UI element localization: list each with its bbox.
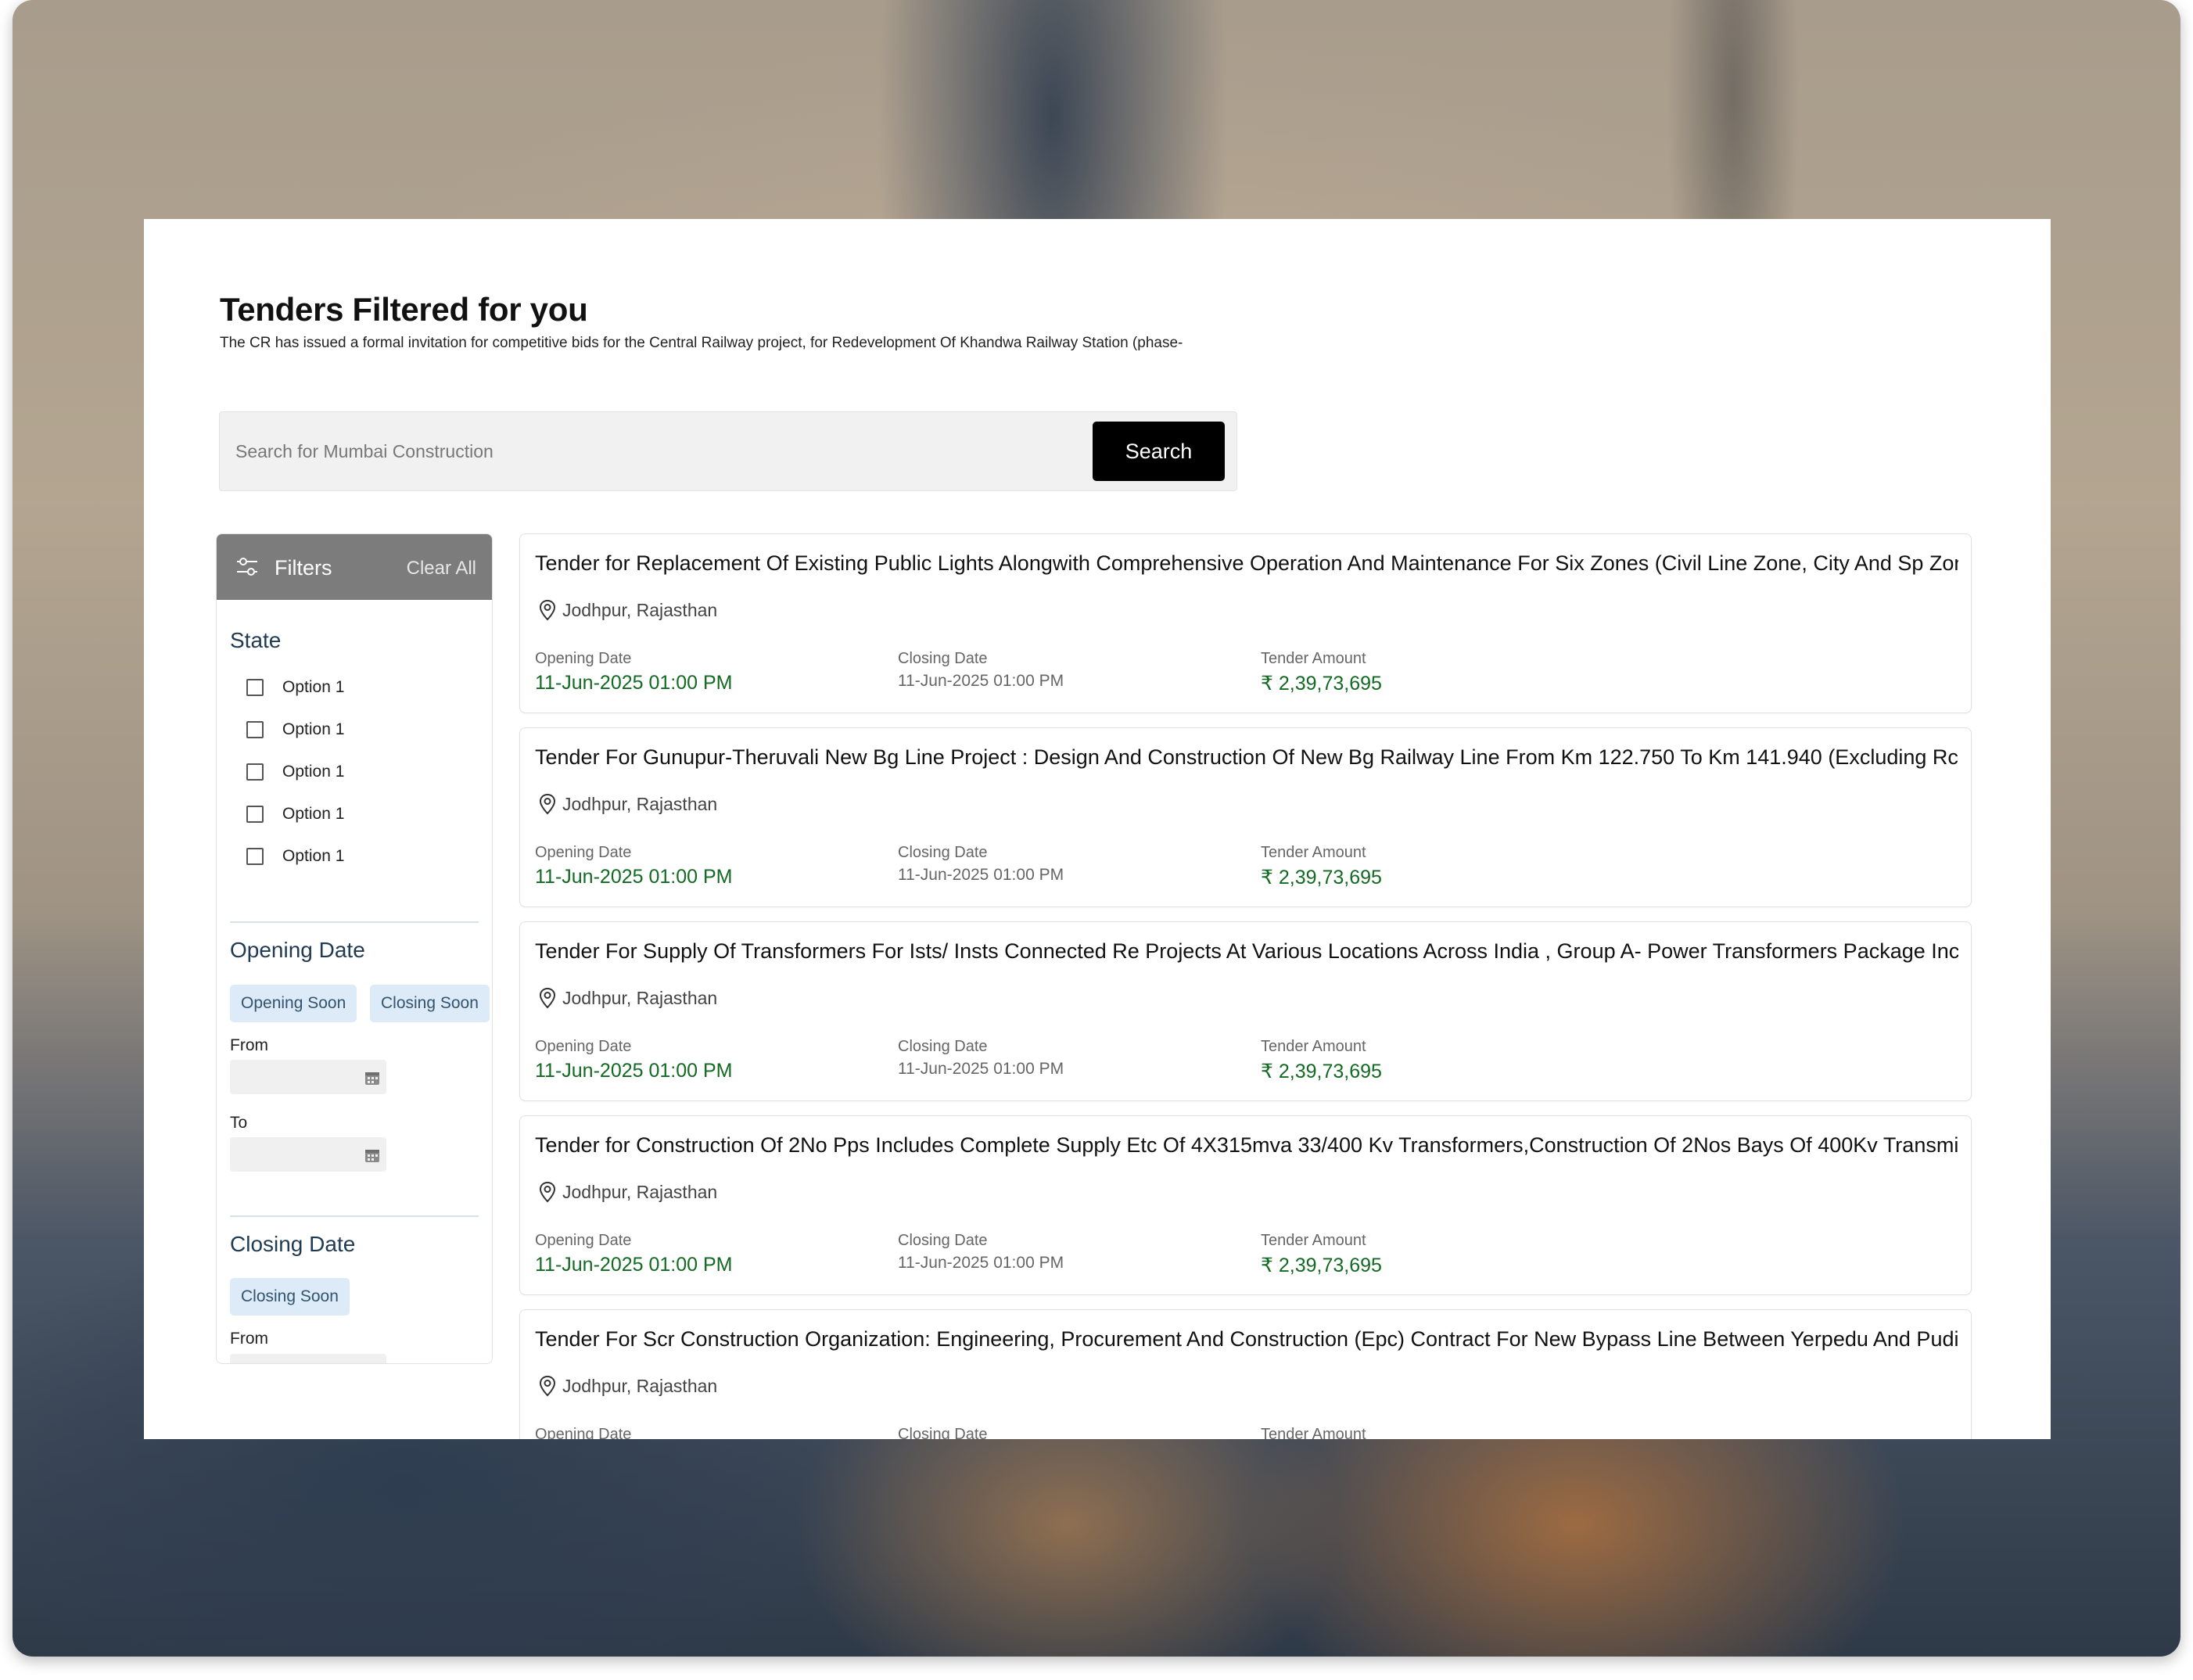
opening-date-value: 11-Jun-2025 01:00 PM xyxy=(535,1060,733,1082)
tender-location: Jodhpur, Rajasthan xyxy=(539,1180,717,1204)
tender-amount-value: ₹ 2,39,73,695 xyxy=(1261,1255,1382,1276)
tender-title[interactable]: Tender For Supply Of Transformers For Is… xyxy=(535,939,1958,964)
tender-card[interactable]: Tender For Gunupur-Theruvali New Bg Line… xyxy=(519,727,1972,907)
location-pin-icon xyxy=(539,793,556,815)
checkbox-label: Option 1 xyxy=(282,678,345,696)
location-text: Jodhpur, Rajasthan xyxy=(562,987,718,1008)
opening-from-date-input[interactable] xyxy=(230,1060,386,1094)
state-option[interactable]: Option 1 xyxy=(246,718,344,741)
divider xyxy=(230,921,479,923)
tender-card[interactable]: Tender For Supply Of Transformers For Is… xyxy=(519,921,1972,1101)
tender-amount-label: Tender Amount xyxy=(1261,1232,1366,1249)
to-label: To xyxy=(230,1114,248,1132)
tender-amount-label: Tender Amount xyxy=(1261,1038,1366,1055)
location-text: Jodhpur, Rajasthan xyxy=(562,599,718,620)
closing-date-section-title: Closing Date xyxy=(230,1232,356,1256)
opening-date-label: Opening Date xyxy=(535,650,632,667)
page-subtitle: The CR has issued a formal invitation fo… xyxy=(220,335,1183,351)
opening-soon-chip[interactable]: Opening Soon xyxy=(230,985,357,1022)
tender-amount-value: ₹ 2,39,73,695 xyxy=(1261,1061,1382,1082)
tender-card[interactable]: Tender for Replacement Of Existing Publi… xyxy=(519,533,1972,713)
filter-sliders-icon xyxy=(237,558,257,576)
state-option[interactable]: Option 1 xyxy=(246,760,344,784)
opening-to-date-input[interactable] xyxy=(230,1137,386,1172)
location-text: Jodhpur, Rajasthan xyxy=(562,1375,718,1396)
search-button[interactable]: Search xyxy=(1093,422,1225,481)
state-option[interactable]: Option 1 xyxy=(246,845,344,868)
tender-amount-label: Tender Amount xyxy=(1261,844,1366,861)
tender-title[interactable]: Tender for Replacement Of Existing Publi… xyxy=(535,551,1958,576)
opening-date-value: 11-Jun-2025 01:00 PM xyxy=(535,866,733,888)
opening-date-label: Opening Date xyxy=(535,1232,632,1249)
closing-date-label: Closing Date xyxy=(898,1232,988,1249)
filters-header: Filters Clear All xyxy=(217,534,492,600)
closing-date-label: Closing Date xyxy=(898,1426,988,1439)
closing-soon-chip[interactable]: Closing Soon xyxy=(370,985,490,1022)
checkbox[interactable] xyxy=(246,721,264,738)
opening-date-label: Opening Date xyxy=(535,844,632,861)
tender-amount-label: Tender Amount xyxy=(1261,650,1366,667)
opening-date-section-title: Opening Date xyxy=(230,938,365,962)
calendar-icon[interactable] xyxy=(364,1070,380,1086)
tenders-panel: Tenders Filtered for you The CR has issu… xyxy=(144,219,2051,1439)
closing-date-label: Closing Date xyxy=(898,1038,988,1055)
tender-card[interactable]: Tender For Scr Construction Organization… xyxy=(519,1309,1972,1439)
tender-title[interactable]: Tender For Scr Construction Organization… xyxy=(535,1327,1958,1352)
checkbox[interactable] xyxy=(246,679,264,696)
from-label: From xyxy=(230,1330,268,1348)
checkbox-label: Option 1 xyxy=(282,720,345,738)
location-pin-icon xyxy=(539,1181,556,1203)
closing-date-value: 11-Jun-2025 01:00 PM xyxy=(898,866,1064,884)
closing-from-date-input[interactable] xyxy=(230,1354,386,1363)
tender-location: Jodhpur, Rajasthan xyxy=(539,598,717,622)
tender-title[interactable]: Tender For Gunupur-Theruvali New Bg Line… xyxy=(535,745,1958,770)
tender-card[interactable]: Tender for Construction Of 2No Pps Inclu… xyxy=(519,1115,1972,1295)
closing-soon-chip[interactable]: Closing Soon xyxy=(230,1278,350,1316)
checkbox-label: Option 1 xyxy=(282,763,345,781)
closing-date-value: 11-Jun-2025 01:00 PM xyxy=(898,1060,1064,1078)
state-section-title: State xyxy=(230,628,282,652)
clear-all-button[interactable]: Clear All xyxy=(407,558,476,580)
filters-label: Filters xyxy=(275,556,332,580)
tender-location: Jodhpur, Rajasthan xyxy=(539,1374,717,1398)
opening-date-label: Opening Date xyxy=(535,1426,632,1439)
search-input[interactable] xyxy=(220,412,1080,490)
closing-date-value: 11-Jun-2025 01:00 PM xyxy=(898,1254,1064,1272)
closing-date-value: 11-Jun-2025 01:00 PM xyxy=(898,672,1064,690)
checkbox-label: Option 1 xyxy=(282,847,345,865)
tender-location: Jodhpur, Rajasthan xyxy=(539,792,717,816)
closing-date-label: Closing Date xyxy=(898,650,988,667)
tender-location: Jodhpur, Rajasthan xyxy=(539,986,717,1010)
tender-amount-value: ₹ 2,39,73,695 xyxy=(1261,673,1382,695)
opening-date-value: 11-Jun-2025 01:00 PM xyxy=(535,672,733,694)
location-text: Jodhpur, Rajasthan xyxy=(562,793,718,814)
location-pin-icon xyxy=(539,987,556,1009)
from-label: From xyxy=(230,1036,268,1054)
opening-date-label: Opening Date xyxy=(535,1038,632,1055)
checkbox-label: Option 1 xyxy=(282,805,345,823)
location-pin-icon xyxy=(539,599,556,621)
location-pin-icon xyxy=(539,1375,556,1397)
state-option[interactable]: Option 1 xyxy=(246,676,344,699)
checkbox[interactable] xyxy=(246,848,264,865)
search-bar: Search xyxy=(219,411,1237,491)
location-text: Jodhpur, Rajasthan xyxy=(562,1181,718,1202)
opening-date-value: 11-Jun-2025 01:00 PM xyxy=(535,1254,733,1276)
tender-amount-label: Tender Amount xyxy=(1261,1426,1366,1439)
state-option[interactable]: Option 1 xyxy=(246,802,344,826)
checkbox[interactable] xyxy=(246,806,264,823)
page-title: Tenders Filtered for you xyxy=(220,291,588,328)
tender-title[interactable]: Tender for Construction Of 2No Pps Inclu… xyxy=(535,1133,1958,1158)
divider xyxy=(230,1215,479,1217)
calendar-icon[interactable] xyxy=(364,1147,380,1163)
checkbox[interactable] xyxy=(246,763,264,781)
tender-amount-value: ₹ 2,39,73,695 xyxy=(1261,867,1382,888)
filters-sidebar: Filters Clear All State Option 1 Option … xyxy=(216,533,493,1364)
closing-date-label: Closing Date xyxy=(898,844,988,861)
